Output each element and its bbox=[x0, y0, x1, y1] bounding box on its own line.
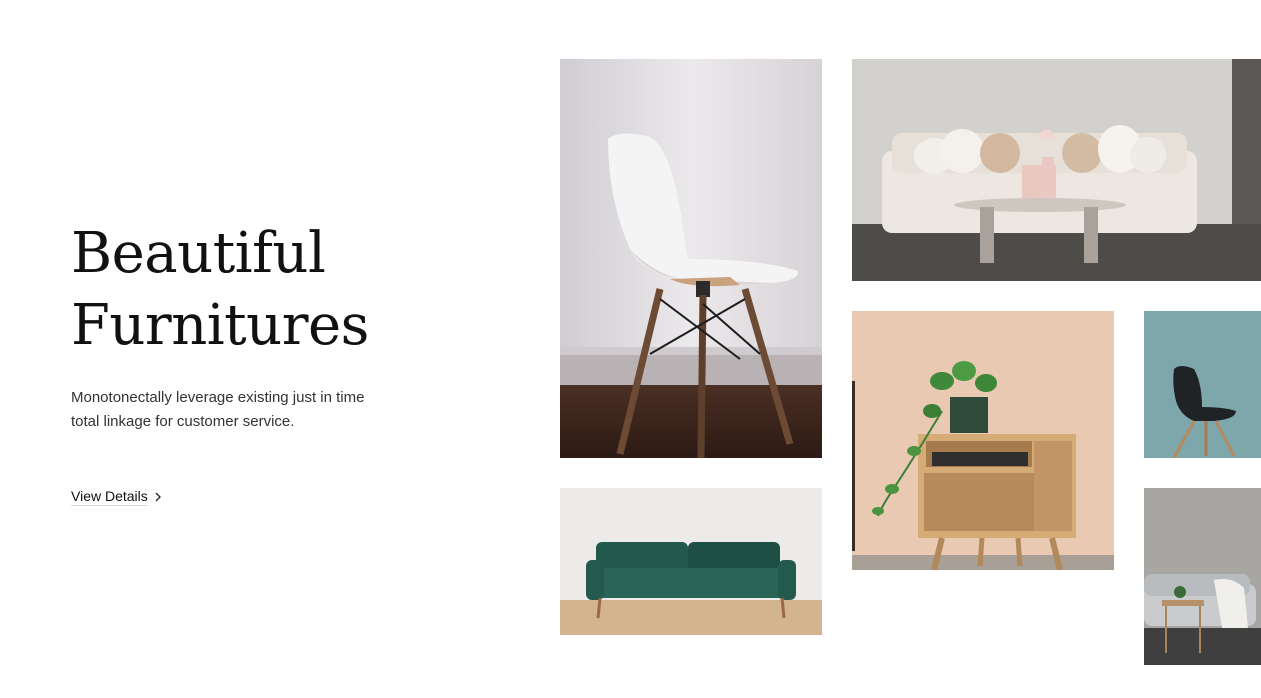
black-chair-photo[interactable] bbox=[1144, 311, 1261, 458]
view-details-link[interactable]: View Details bbox=[71, 488, 162, 506]
green-sofa-photo[interactable] bbox=[560, 488, 822, 635]
hero-title: Beautiful Furnitures bbox=[71, 218, 471, 362]
gray-living-room-photo[interactable] bbox=[1144, 488, 1261, 665]
hero-title-line-2: Furnitures bbox=[71, 293, 369, 358]
cream-sofa-photo[interactable] bbox=[852, 59, 1261, 281]
view-details-label: View Details bbox=[71, 488, 148, 506]
chevron-right-icon bbox=[154, 491, 162, 503]
hero-description: Monotonectally leverage existing just in… bbox=[71, 389, 365, 430]
wooden-side-table-photo[interactable] bbox=[852, 311, 1114, 570]
white-chair-photo[interactable] bbox=[560, 59, 822, 458]
hero-title-line-1: Beautiful bbox=[71, 221, 326, 286]
hero-text: Beautiful Furnitures Monotonectally leve… bbox=[71, 218, 471, 434]
